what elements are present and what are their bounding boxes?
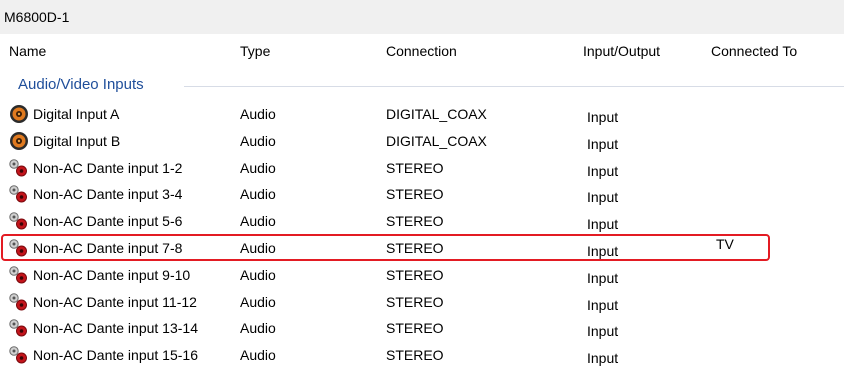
column-header-connected-to[interactable]: Connected To [711, 43, 797, 59]
cell-input-output: Input [587, 189, 619, 206]
cell-connection: STEREO [386, 186, 444, 203]
cell-type: Audio [240, 213, 276, 230]
cell-input-output: Input [587, 296, 619, 313]
table-row[interactable]: Non-AC Dante input 3-4 Audio STEREO Input [0, 181, 844, 208]
cell-type: Audio [240, 347, 276, 364]
table-row[interactable]: Non-AC Dante input 9-10 Audio STEREO Input [0, 262, 844, 289]
stereo-rca-icon [8, 345, 30, 365]
digital-coax-icon [8, 104, 30, 124]
highlight-box [1, 234, 770, 261]
table-row[interactable]: Digital Input B Audio DIGITAL_COAX Input [0, 128, 844, 155]
cell-type: Audio [240, 293, 276, 310]
cell-type: Audio [240, 186, 276, 203]
cell-input-output: Input [587, 216, 619, 233]
cell-connection: STEREO [386, 266, 444, 283]
table-header: Name Type Connection Input/Output Connec… [0, 34, 844, 70]
cell-input-output: Input [587, 109, 619, 125]
stereo-rca-icon [8, 318, 30, 338]
cell-input-output: Input [587, 323, 619, 340]
cell-type: Audio [240, 159, 276, 176]
cell-connection: DIGITAL_COAX [386, 132, 487, 149]
cell-connection: STEREO [386, 159, 444, 176]
cell-type: Audio [240, 320, 276, 337]
cell-name: Non-AC Dante input 13-14 [33, 320, 198, 337]
column-header-type[interactable]: Type [240, 43, 270, 59]
stereo-rca-icon [8, 211, 30, 231]
cell-input-output: Input [587, 269, 619, 286]
cell-connection: DIGITAL_COAX [386, 106, 487, 122]
stereo-rca-icon [8, 292, 30, 312]
cell-name: Non-AC Dante input 9-10 [33, 266, 191, 283]
cell-name: Non-AC Dante input 1-2 [33, 159, 183, 176]
cell-input-output: Input [587, 135, 619, 152]
group-divider [184, 86, 844, 87]
cell-connection: STEREO [386, 213, 444, 230]
cell-type: Audio [240, 266, 276, 283]
stereo-rca-icon [8, 265, 30, 285]
table-row[interactable]: Non-AC Dante input 5-6 Audio STEREO Input [0, 208, 844, 235]
cell-name: Non-AC Dante input 11-12 [33, 293, 197, 310]
column-header-input-output[interactable]: Input/Output [583, 43, 660, 59]
cell-type: Audio [240, 132, 276, 149]
cell-input-output: Input [587, 162, 619, 179]
cell-name: Non-AC Dante input 5-6 [33, 213, 183, 230]
column-header-connection[interactable]: Connection [386, 43, 457, 59]
group-label: Audio/Video Inputs [18, 76, 144, 93]
stereo-rca-icon [8, 184, 30, 204]
digital-coax-icon [8, 131, 30, 151]
table-row[interactable]: Non-AC Dante input 11-12 Audio STEREO Input [0, 289, 844, 316]
table-row[interactable]: Non-AC Dante input 15-16 Audio STEREO Input [0, 342, 844, 369]
table-row[interactable]: Digital Input A Audio DIGITAL_COAX Input [0, 101, 844, 128]
cell-name: Digital Input B [33, 132, 121, 149]
window-titlebar: M6800D-1 [0, 0, 844, 35]
window-title: M6800D-1 [4, 9, 70, 25]
cell-connection: STEREO [386, 347, 444, 364]
group-header-audio-video-inputs[interactable]: Audio/Video Inputs [18, 76, 844, 96]
cell-name: Digital Input A [33, 106, 120, 122]
cell-type: Audio [240, 106, 276, 122]
stereo-rca-icon [8, 158, 30, 178]
column-header-name[interactable]: Name [9, 43, 46, 59]
cell-name: Non-AC Dante input 15-16 [33, 347, 198, 364]
cell-name: Non-AC Dante input 3-4 [33, 186, 183, 203]
table-row[interactable]: Non-AC Dante input 13-14 Audio STEREO Input [0, 315, 844, 342]
cell-connection: STEREO [386, 320, 444, 337]
table-row[interactable]: Non-AC Dante input 1-2 Audio STEREO Input [0, 155, 844, 182]
cell-input-output: Input [587, 350, 619, 367]
cell-connection: STEREO [386, 293, 444, 310]
